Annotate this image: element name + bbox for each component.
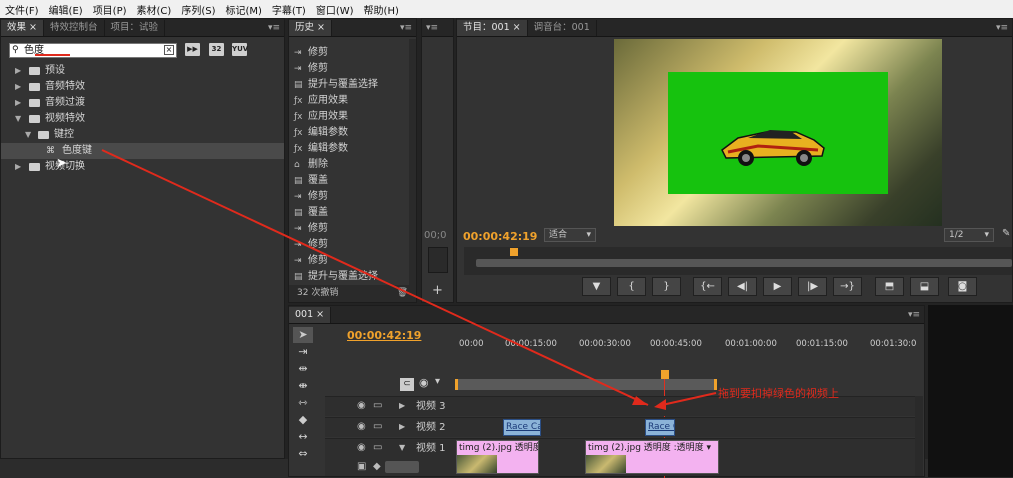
keyframe-nav-button[interactable] (385, 461, 419, 473)
annotation-text: 拖到要扣掉绿色的视频上 (718, 387, 839, 400)
keyframe-toggle-icon[interactable]: ▣ (357, 461, 366, 472)
keyframe-diamond-icon[interactable]: ◆ (373, 461, 381, 472)
annotation-overlay (35, 54, 717, 410)
label-arrow (661, 392, 717, 406)
arrow-head-icon (632, 396, 648, 405)
drag-arrow (101, 149, 649, 406)
arrow-head-icon (654, 399, 666, 410)
